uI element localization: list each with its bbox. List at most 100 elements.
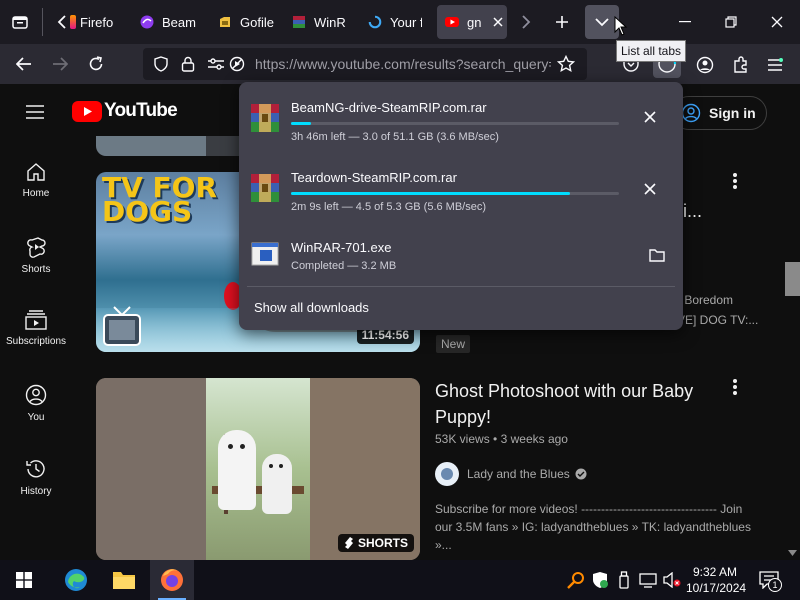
- video-title[interactable]: Ghost Photoshoot with our Baby Puppy!: [435, 378, 715, 430]
- volume-tray-button[interactable]: [662, 570, 682, 590]
- show-all-downloads-link[interactable]: Show all downloads: [254, 300, 369, 315]
- tab-youtube-active[interactable]: gn: [437, 5, 507, 39]
- page-scrollbar[interactable]: [785, 84, 800, 560]
- address-bar[interactable]: https://www.youtube.com/results?search_q…: [143, 48, 587, 80]
- shorts-badge: SHORTS: [337, 534, 414, 552]
- download-status: 3h 46m left — 3.0 of 51.1 GB (3.6 MB/sec…: [291, 131, 499, 143]
- download-item[interactable]: BeamNG-drive-SteamRIP.com.rar 3h 46m lef…: [239, 86, 683, 152]
- cancel-download-button[interactable]: [643, 110, 657, 124]
- sidebar-label: You: [27, 412, 45, 423]
- photo-center: [206, 378, 310, 560]
- winrar-archive-icon: [251, 104, 279, 132]
- network-tray-button[interactable]: [638, 570, 658, 590]
- bookmark-button[interactable]: [557, 55, 575, 73]
- channel-name[interactable]: Lady and the Blues: [467, 467, 570, 481]
- tray-app-button[interactable]: [566, 570, 586, 590]
- close-window-button[interactable]: [762, 10, 792, 34]
- network-icon: [639, 573, 657, 588]
- security-tray-button[interactable]: [590, 570, 610, 590]
- site-info-button[interactable]: [181, 56, 195, 72]
- tab-beam[interactable]: Beam: [140, 5, 196, 39]
- url-text[interactable]: https://www.youtube.com/results?search_q…: [255, 56, 551, 72]
- account-button[interactable]: [694, 54, 716, 76]
- taskbar-edge[interactable]: [54, 560, 98, 600]
- gofile-icon: [220, 17, 230, 27]
- sidebar-item-history[interactable]: History: [0, 458, 72, 497]
- start-button[interactable]: [4, 560, 44, 600]
- scroll-tabs-right-button[interactable]: [516, 12, 536, 32]
- firefox-view-button[interactable]: [8, 10, 32, 34]
- usb-tray-button[interactable]: [614, 570, 634, 590]
- video-title-partial[interactable]: i...: [683, 198, 702, 224]
- new-badge: New: [436, 335, 471, 353]
- tab-firefox[interactable]: Firefo: [70, 5, 118, 39]
- sidebar-item-shorts[interactable]: Shorts: [0, 236, 72, 275]
- sign-in-button[interactable]: Sign in: [672, 96, 767, 130]
- download-progress-bar: [291, 122, 619, 125]
- scroll-down-icon[interactable]: [788, 550, 797, 556]
- tab-label: WinR: [314, 14, 346, 30]
- scrollbar-thumb[interactable]: [785, 262, 800, 296]
- channel-link[interactable]: Lady and the Blues: [435, 462, 587, 486]
- tab-divider: [42, 8, 43, 36]
- minimize-icon: [679, 21, 691, 23]
- close-tab-button[interactable]: [493, 17, 503, 27]
- subscriptions-icon: [25, 310, 47, 330]
- video-description-line2: VE] DOG TV:...: [677, 313, 759, 327]
- scroll-tabs-left-button[interactable]: [52, 12, 72, 32]
- sidebar-item-home[interactable]: Home: [0, 162, 72, 199]
- blurred-left: [96, 378, 206, 560]
- download-status: 2m 9s left — 4.5 of 5.3 GB (5.6 MB/sec): [291, 201, 487, 213]
- taskbar-firefox[interactable]: [150, 560, 194, 600]
- upload-age: 3 weeks ago: [500, 432, 568, 446]
- tab-winrar[interactable]: WinR: [292, 5, 348, 39]
- reload-button[interactable]: [84, 52, 108, 76]
- tab-gofile[interactable]: Gofile: [218, 5, 274, 39]
- extensions-button[interactable]: [730, 54, 752, 76]
- tracking-protection-button[interactable]: [153, 56, 169, 72]
- video-menu-button[interactable]: [732, 378, 738, 396]
- hamburger-icon: [26, 105, 44, 119]
- star-icon: [557, 55, 575, 72]
- sidebar-item-you[interactable]: You: [0, 384, 72, 423]
- taskbar-file-explorer[interactable]: [102, 560, 146, 600]
- video-thumbnail-ghost-puppy[interactable]: SHORTS: [96, 378, 420, 560]
- account-icon: [696, 56, 714, 74]
- clock[interactable]: 9:32 AM 10/17/2024: [686, 564, 746, 596]
- winrar-icon: [293, 16, 305, 28]
- tab-loading[interactable]: Your f: [368, 5, 422, 39]
- shield-icon: [154, 56, 168, 72]
- new-tab-button[interactable]: [550, 10, 574, 34]
- chevron-left-icon: [57, 15, 66, 29]
- close-icon: [644, 183, 656, 195]
- firefox-icon: [161, 569, 183, 591]
- list-all-tabs-tooltip: List all tabs: [616, 40, 687, 62]
- youtube-logo[interactable]: YouTube: [72, 100, 178, 122]
- sidebar-item-subscriptions[interactable]: Subscriptions: [0, 310, 72, 347]
- scroll-up-arrow[interactable]: [785, 88, 800, 94]
- download-item[interactable]: Teardown-SteamRIP.com.rar 2m 9s left — 4…: [239, 156, 683, 222]
- back-button[interactable]: [12, 52, 36, 76]
- minimize-button[interactable]: [670, 10, 700, 34]
- sidebar-label: History: [20, 486, 52, 497]
- show-in-folder-button[interactable]: [649, 248, 665, 262]
- folder-icon: [649, 249, 665, 262]
- channel-avatar[interactable]: [435, 462, 459, 486]
- autoplay-blocked-icon: [229, 56, 245, 72]
- arrow-right-icon: [53, 57, 68, 71]
- forward-button[interactable]: [48, 52, 72, 76]
- cancel-download-button[interactable]: [643, 182, 657, 196]
- permissions-button[interactable]: [207, 56, 225, 72]
- download-item[interactable]: WinRAR-701.exe Completed — 3.2 MB: [239, 226, 683, 282]
- blurred-right: [310, 378, 420, 560]
- guide-menu-button[interactable]: [25, 104, 45, 120]
- restore-button[interactable]: [716, 10, 746, 34]
- clock-time: 9:32 AM: [692, 565, 738, 579]
- tab-bar: Firefo Beam Gofile WinR Your f gn: [0, 0, 800, 44]
- notifications-button[interactable]: 1: [752, 566, 786, 594]
- shorts-icon: [27, 237, 46, 258]
- download-filename: BeamNG-drive-SteamRIP.com.rar: [291, 100, 487, 115]
- video-menu-button[interactable]: [732, 172, 738, 190]
- autoplay-blocked-button[interactable]: [229, 56, 245, 72]
- app-menu-button[interactable]: [764, 54, 786, 76]
